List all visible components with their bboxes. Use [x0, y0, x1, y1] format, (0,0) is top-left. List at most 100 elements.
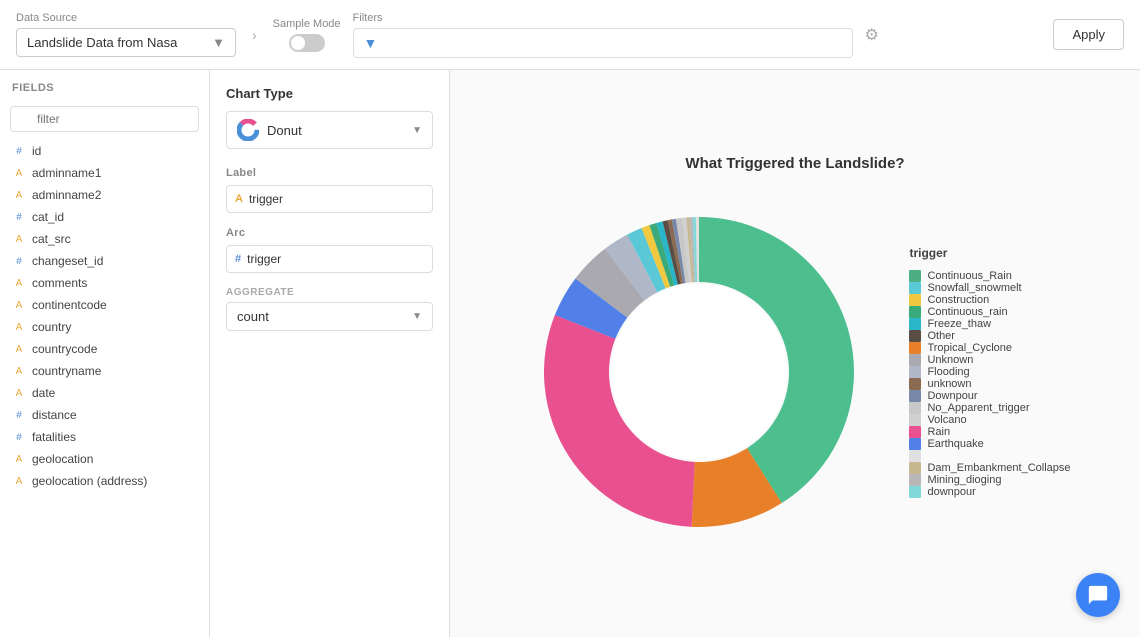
legend-label: Flooding	[927, 366, 969, 378]
legend-swatch	[909, 414, 921, 426]
chart-type-value: Donut	[267, 123, 302, 138]
sidebar-field-item[interactable]: #id	[0, 140, 209, 162]
datasource-value: Landslide Data from Nasa	[27, 35, 177, 50]
search-input[interactable]	[10, 106, 199, 132]
datasource-dropdown[interactable]: Landslide Data from Nasa ▼	[16, 28, 236, 57]
arc-field-value: trigger	[247, 252, 281, 266]
donut-svg	[519, 192, 879, 552]
sidebar-field-item[interactable]: Acountrycode	[0, 338, 209, 360]
legend: trigger Continuous_RainSnowfall_snowmelt…	[909, 246, 1070, 498]
field-name: geolocation	[32, 452, 93, 466]
legend-item: downpour	[909, 486, 1070, 498]
legend-items: Continuous_RainSnowfall_snowmeltConstruc…	[909, 270, 1070, 498]
legend-item: No_Apparent_trigger	[909, 402, 1070, 414]
legend-item: Continuous_Rain	[909, 270, 1070, 282]
alpha-type-icon: A	[12, 322, 26, 333]
sidebar-field-item[interactable]: #fatalities	[0, 426, 209, 448]
legend-item: Volcano	[909, 414, 1070, 426]
sidebar-field-item[interactable]: #changeset_id	[0, 250, 209, 272]
donut-chart	[519, 192, 879, 552]
chart-display: What Triggered the Landslide? trigger Co…	[450, 70, 1140, 637]
arrow-right-icon: ›	[252, 27, 257, 43]
sidebar-field-item[interactable]: Acomments	[0, 272, 209, 294]
legend-swatch	[909, 342, 921, 354]
legend-swatch	[909, 366, 921, 378]
arc-field-type-icon: #	[235, 253, 241, 265]
alpha-type-icon: A	[12, 366, 26, 377]
field-name: date	[32, 386, 55, 400]
sidebar-field-item[interactable]: # distance	[0, 404, 209, 426]
legend-label: Unknown	[927, 354, 973, 366]
sidebar-field-item[interactable]: Acountryname	[0, 360, 209, 382]
alpha-type-icon: A	[12, 168, 26, 179]
chevron-down-icon: ▼	[212, 35, 225, 50]
filters-section: Filters ▼	[353, 12, 853, 58]
field-name: distance	[32, 408, 77, 422]
sidebar-field-item[interactable]: Adate	[0, 382, 209, 404]
legend-swatch	[909, 318, 921, 330]
aggregate-value: count	[237, 309, 269, 324]
legend-swatch	[909, 306, 921, 318]
alpha-type-icon: A	[12, 190, 26, 201]
field-name: fatalities	[32, 430, 76, 444]
legend-label: Downpour	[927, 390, 977, 402]
label-field-type-icon: A	[235, 193, 243, 205]
sample-mode-toggle-wrap: Sample Mode	[273, 18, 341, 52]
sidebar: FIELDS 🔍 #idAadminname1Aadminname2#cat_i…	[0, 70, 210, 637]
settings-icon[interactable]: ⚙	[865, 25, 879, 45]
aggregate-label: AGGREGATE	[226, 287, 433, 298]
chart-type-chevron: ▼	[412, 125, 422, 136]
sidebar-field-item[interactable]: Acat_src	[0, 228, 209, 250]
aggregate-chevron: ▼	[412, 311, 422, 322]
hash-type-icon: #	[12, 256, 26, 267]
aggregate-dropdown[interactable]: count ▼	[226, 302, 433, 331]
legend-label: Construction	[927, 294, 989, 306]
sidebar-field-item[interactable]: Aadminname2	[0, 184, 209, 206]
legend-swatch	[909, 354, 921, 366]
donut-chart-icon	[237, 119, 259, 141]
search-wrap: 🔍	[0, 100, 209, 140]
hash-type-icon: #	[12, 212, 26, 223]
sidebar-field-item[interactable]: Ageolocation (address)	[0, 470, 209, 492]
sample-mode-label: Sample Mode	[273, 18, 341, 30]
hash-type-icon: #	[12, 410, 26, 421]
legend-label: unknown	[927, 378, 971, 390]
field-name: adminname2	[32, 188, 101, 202]
chat-bubble[interactable]	[1076, 573, 1120, 617]
legend-item	[909, 450, 1070, 462]
sample-mode-toggle[interactable]	[289, 34, 325, 52]
sidebar-field-item[interactable]: Acountry	[0, 316, 209, 338]
main-layout: FIELDS 🔍 #idAadminname1Aadminname2#cat_i…	[0, 70, 1140, 637]
field-name: continentcode	[32, 298, 107, 312]
legend-swatch	[909, 270, 921, 282]
legend-swatch	[909, 474, 921, 486]
arc-section-title: Arc	[226, 227, 433, 239]
filter-bar[interactable]: ▼	[353, 28, 853, 58]
sidebar-field-item[interactable]: Ageolocation	[0, 448, 209, 470]
config-panel: Chart Type Donut ▼ Label A trigger Arc	[210, 70, 450, 637]
field-name: country	[32, 320, 71, 334]
legend-item: Construction	[909, 294, 1070, 306]
legend-label: Snowfall_snowmelt	[927, 282, 1021, 294]
legend-label: Earthquake	[927, 438, 983, 450]
legend-item: Unknown	[909, 354, 1070, 366]
legend-swatch	[909, 390, 921, 402]
legend-item: Downpour	[909, 390, 1070, 402]
legend-label: Continuous_Rain	[927, 270, 1011, 282]
legend-label: Volcano	[927, 414, 966, 426]
legend-item: unknown	[909, 378, 1070, 390]
legend-swatch	[909, 294, 921, 306]
top-bar: Data Source Landslide Data from Nasa ▼ ›…	[0, 0, 1140, 70]
legend-item: Continuous_rain	[909, 306, 1070, 318]
legend-item: Other	[909, 330, 1070, 342]
chart-type-dropdown[interactable]: Donut ▼	[226, 111, 433, 149]
hash-type-icon: #	[12, 146, 26, 157]
label-field-pill: A trigger	[226, 185, 433, 213]
sidebar-field-item[interactable]: #cat_id	[0, 206, 209, 228]
sidebar-field-item[interactable]: Acontinentcode	[0, 294, 209, 316]
legend-label: Continuous_rain	[927, 306, 1007, 318]
field-name: cat_src	[32, 232, 71, 246]
sidebar-field-item[interactable]: Aadminname1	[0, 162, 209, 184]
apply-button[interactable]: Apply	[1053, 19, 1124, 50]
alpha-type-icon: A	[12, 278, 26, 289]
